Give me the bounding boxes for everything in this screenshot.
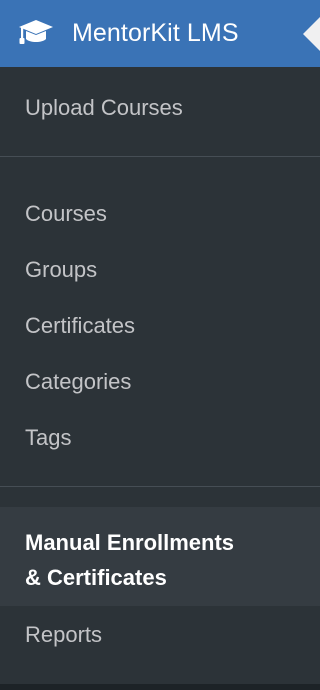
submenu-item-manual-enrollments[interactable]: Manual Enrollments & Certificates xyxy=(0,507,320,606)
submenu-item-courses[interactable]: Courses xyxy=(0,197,320,231)
submenu-item-tags[interactable]: Tags xyxy=(0,421,320,455)
plugin-title: MentorKit LMS xyxy=(72,19,239,47)
submenu-item-categories[interactable]: Categories xyxy=(0,365,320,399)
plugin-menu-header[interactable]: MentorKit LMS xyxy=(0,0,320,67)
submenu-item-certificates[interactable]: Certificates xyxy=(0,309,320,343)
submenu-item-label-line1: Manual Enrollments xyxy=(25,530,235,555)
submenu-item-upload-courses[interactable]: Upload Courses xyxy=(0,91,320,125)
menu-bottom-divider xyxy=(0,684,320,690)
graduation-cap-icon xyxy=(19,20,53,44)
menu-separator xyxy=(0,486,320,487)
submenu-item-label-line2: & Certificates xyxy=(25,565,167,590)
plugin-submenu: Upload Courses Courses Groups Certificat… xyxy=(0,67,320,690)
submenu-item-reports[interactable]: Reports xyxy=(0,618,320,652)
admin-sidebar-menu: MentorKit LMS Upload Courses Courses Gro… xyxy=(0,0,320,690)
submenu-item-groups[interactable]: Groups xyxy=(0,253,320,287)
menu-separator xyxy=(0,156,320,157)
active-menu-pointer xyxy=(303,17,320,51)
